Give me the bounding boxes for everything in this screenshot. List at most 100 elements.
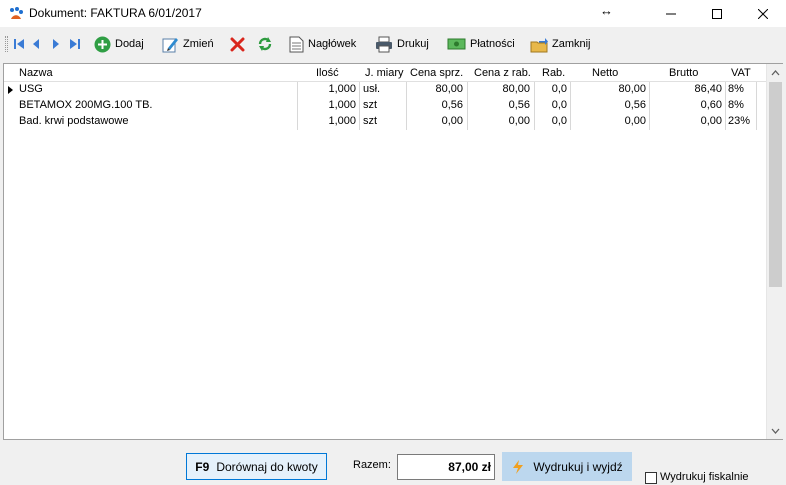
cell-net: 80,00 [618, 83, 646, 95]
last-record-icon [70, 39, 80, 49]
cell-vat: 8% [728, 99, 744, 111]
column-header-quantity[interactable]: Ilość [316, 67, 339, 79]
chevron-up-icon [771, 69, 780, 75]
header-button-label: Nagłówek [308, 38, 357, 50]
cell-name: BETAMOX 200MG.100 TB. [19, 99, 153, 111]
cell-discount-price: 80,00 [502, 83, 530, 95]
cell-name: Bad. krwi podstawowe [19, 115, 129, 127]
fiscal-print-label: Wydrukuj fiskalnie [660, 471, 749, 483]
cell-discount: 0,0 [551, 115, 567, 127]
cell-gross: 0,00 [700, 115, 722, 127]
table-row[interactable]: BETAMOX 200MG.100 TB. 1,000 szt 0,56 0,5… [4, 98, 766, 114]
title-bar: Dokument: FAKTURA 6/01/2017 ↔ [0, 0, 786, 27]
maximize-button[interactable] [694, 0, 740, 27]
add-icon [94, 36, 111, 52]
toolbar: Dodaj Zmień Nagłówek Drukuj Płatności Za… [0, 27, 786, 61]
previous-record-button[interactable] [31, 33, 41, 55]
print-and-exit-button[interactable]: Wydrukuj i wyjdź [502, 452, 632, 481]
cell-discount-price: 0,56 [508, 99, 530, 111]
grid-header: Nazwa Ilość J. miary Cena sprz. Cena z r… [4, 64, 766, 82]
cell-vat: 8% [728, 83, 744, 95]
items-grid[interactable]: Nazwa Ilość J. miary Cena sprz. Cena z r… [3, 63, 783, 440]
next-record-button[interactable] [51, 33, 61, 55]
cell-sale-price: 0,00 [441, 115, 463, 127]
minimize-icon [666, 13, 676, 14]
cell-net: 0,00 [624, 115, 646, 127]
chevron-down-icon [771, 428, 780, 434]
cell-discount-price: 0,00 [508, 115, 530, 127]
cell-sale-price: 0,56 [441, 99, 463, 111]
delete-button[interactable] [230, 33, 245, 55]
scroll-up-button[interactable] [767, 64, 784, 81]
table-row[interactable]: Bad. krwi podstawowe 1,000 szt 0,00 0,00… [4, 114, 766, 130]
column-header-discount[interactable]: Rab. [542, 67, 565, 79]
column-header-discount-price[interactable]: Cena z rab. [474, 67, 531, 79]
close-document-label: Zamknij [552, 38, 591, 50]
fiscal-print-checkbox[interactable] [645, 472, 657, 484]
cell-quantity: 1,000 [328, 83, 356, 95]
payments-button[interactable]: Płatności [447, 33, 515, 55]
payments-button-label: Płatności [470, 38, 515, 50]
first-record-icon [14, 39, 24, 49]
column-header-net[interactable]: Netto [592, 67, 618, 79]
print-button-label: Drukuj [397, 38, 429, 50]
cell-vat: 23% [728, 115, 751, 127]
toolbar-grip[interactable] [5, 36, 8, 52]
maximize-icon [712, 8, 722, 19]
resize-cursor-icon: ↔ [600, 3, 613, 18]
cell-gross: 86,40 [694, 83, 722, 95]
current-row-indicator-icon [8, 86, 13, 94]
first-record-button[interactable] [13, 33, 25, 55]
printer-icon [376, 36, 392, 52]
table-row[interactable]: USG 1,000 usł. 80,00 80,00 0,0 80,00 86,… [4, 82, 766, 98]
cell-discount: 0,0 [551, 83, 567, 95]
add-button[interactable]: Dodaj [94, 33, 144, 55]
window-title: Dokument: FAKTURA 6/01/2017 [29, 6, 202, 20]
f9-shortcut-key: F9 [195, 459, 210, 474]
scroll-down-button[interactable] [767, 422, 784, 439]
column-header-gross[interactable]: Brutto [669, 67, 698, 79]
cell-gross: 0,60 [700, 99, 722, 111]
cell-unit: szt [363, 115, 378, 127]
close-document-button[interactable]: Zamknij [530, 33, 591, 55]
delete-x-icon [230, 37, 245, 51]
close-window-button[interactable] [740, 0, 786, 27]
match-amount-button[interactable]: F9 Dorównaj do kwoty [186, 453, 327, 480]
header-button[interactable]: Nagłówek [289, 33, 356, 55]
previous-record-icon [33, 39, 39, 49]
cell-sale-price: 80,00 [435, 83, 463, 95]
cell-net: 0,56 [624, 99, 646, 111]
cell-quantity: 1,000 [328, 99, 356, 111]
edit-button-label: Zmień [183, 38, 214, 50]
column-header-name[interactable]: Nazwa [19, 67, 53, 79]
close-icon [758, 8, 768, 19]
document-icon [289, 36, 304, 52]
scrollbar-thumb[interactable] [769, 82, 782, 287]
next-record-icon [53, 39, 59, 49]
print-and-exit-label: Wydrukuj i wyjdź [533, 459, 623, 474]
refresh-button[interactable] [257, 33, 273, 55]
edit-button[interactable]: Zmień [162, 33, 214, 55]
minimize-button[interactable] [648, 0, 694, 27]
cell-name: USG [19, 83, 43, 95]
folder-exit-icon [530, 37, 548, 52]
cell-unit: usł. [363, 83, 381, 95]
match-amount-label: Dorównaj do kwoty [216, 459, 318, 474]
last-record-button[interactable] [69, 33, 81, 55]
app-logo-icon [8, 6, 24, 22]
cell-discount: 0,0 [551, 99, 567, 111]
total-amount-field[interactable]: 87,00 zł [397, 454, 495, 480]
print-button[interactable]: Drukuj [375, 33, 429, 55]
cell-unit: szt [363, 99, 378, 111]
edit-pencil-icon [162, 37, 178, 52]
total-label: Razem: [353, 459, 391, 471]
cell-quantity: 1,000 [328, 115, 356, 127]
column-header-unit[interactable]: J. miary [365, 67, 404, 79]
vertical-scrollbar[interactable] [766, 64, 783, 439]
lightning-icon [513, 459, 524, 474]
refresh-icon [258, 37, 272, 51]
banknote-icon [447, 38, 466, 50]
add-button-label: Dodaj [115, 38, 144, 50]
column-header-vat[interactable]: VAT [731, 67, 751, 79]
column-header-sale-price[interactable]: Cena sprz. [410, 67, 463, 79]
